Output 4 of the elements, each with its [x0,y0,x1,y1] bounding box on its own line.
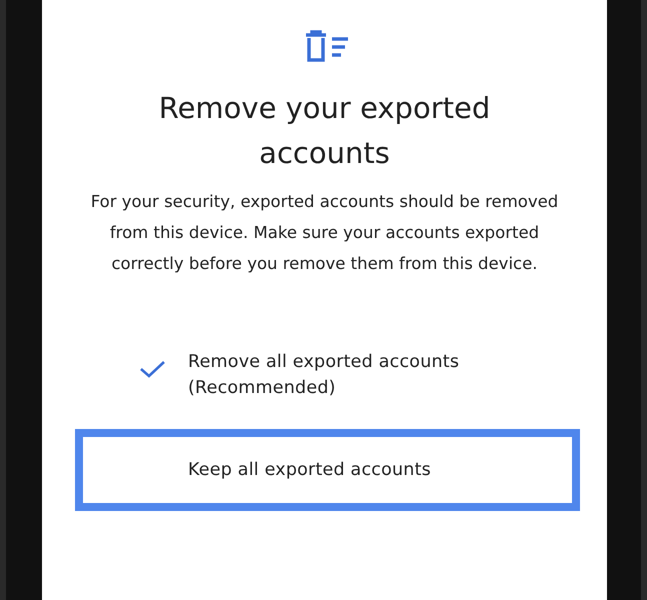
option-item[interactable]: Remove all exported accounts (Recommended) [75,329,580,421]
option-item[interactable]: Keep all exported accounts [75,429,580,511]
description-text: For your security, exported accounts should be removed from this device. Make sure your accounts exported correctly before you remove them from this device. [90,191,560,275]
dialog-title: Remove your exported accounts [158,90,492,172]
